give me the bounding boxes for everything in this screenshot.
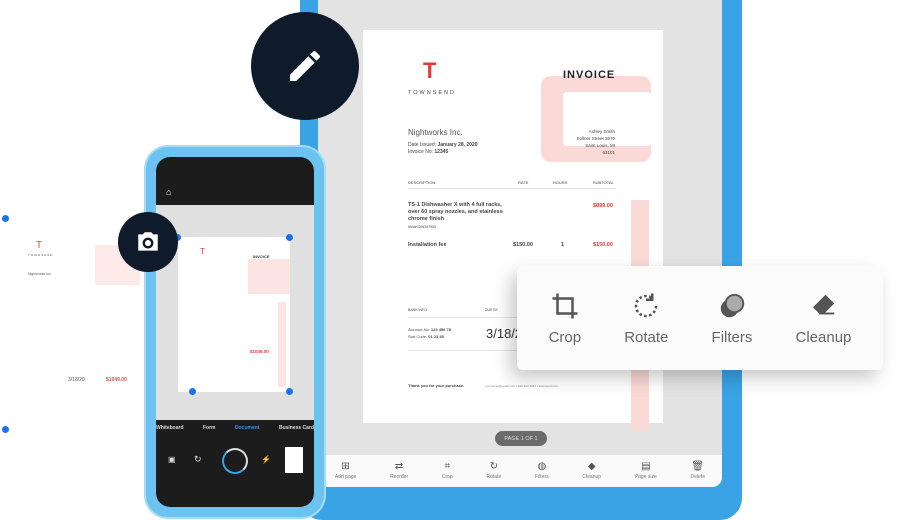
line-item-description: TS-1 Dishwasher X with 4 full racks, ove… [408, 202, 503, 222]
crop-icon: ⌗ [444, 461, 451, 472]
rotate-label: Rotate [624, 328, 669, 346]
line-item-subtotal: $150.00 [593, 242, 613, 248]
crop-handle[interactable] [2, 426, 9, 433]
address-line: Saint Louis, MI [585, 143, 615, 148]
column-header: RATE [518, 180, 529, 185]
bottom-toolbar: ⊞ Add page ⇄ Reorder ⌗ Crop ↻ Rotate ◍ Filters ◆ Cl… [318, 455, 722, 487]
toolbar-delete-button[interactable]: 🗑 Delete [690, 461, 705, 481]
add-page-icon: ⊞ [341, 461, 350, 472]
invoice-title: INVOICE [253, 254, 270, 259]
phone-screen: ⌂ T INVOICE $1049.00 Whiteboard Form Docum… [156, 157, 314, 507]
crop-tool-button[interactable]: Crop [548, 291, 582, 346]
toolbar-rotate-button[interactable]: ↻ Rotate [486, 461, 502, 481]
capture-mode-tabs: Whiteboard Form Document Business Card [156, 425, 314, 431]
toolbar-label: Reorder [390, 474, 409, 480]
reorder-icon: ⇄ [394, 461, 404, 472]
camera-badge [118, 212, 178, 272]
line-item-subtotal: $899.00 [593, 203, 613, 209]
toolbar-cleanup-button[interactable]: ◆ Cleanup [582, 461, 602, 481]
filters-label: Filters [711, 328, 753, 346]
mode-tab[interactable]: Whiteboard [156, 425, 184, 431]
pencil-icon [290, 50, 320, 81]
mode-tab[interactable]: Business Card [279, 425, 314, 431]
crop-handle[interactable] [2, 215, 9, 222]
filters-tool-button[interactable]: Filters [711, 291, 753, 346]
toolbar-label: Rotate [486, 474, 502, 480]
total: $1049.00 [250, 349, 269, 354]
account-no: 123 456 78 [430, 327, 451, 332]
toolbar-filters-button[interactable]: ◍ Filters [535, 461, 549, 481]
toolbar-crop-button[interactable]: ⌗ Crop [441, 461, 453, 481]
edit-tools-popup: Crop Rotate Filters Cleanup [517, 266, 883, 370]
column-header: SUBTOTAL [593, 180, 614, 185]
line-item-rate: $150.00 [513, 242, 533, 248]
toolbar-page-size-button[interactable]: ▤ Page size [634, 461, 657, 481]
date-issued: January 28, 2020 [437, 142, 478, 148]
shutter-button[interactable] [222, 448, 248, 474]
thumbnail-preview[interactable] [285, 447, 303, 473]
date-label: Date Issued: [408, 142, 437, 148]
auto-capture-icon[interactable]: ↻ [194, 454, 202, 465]
flash-icon[interactable]: ⚡ [261, 455, 271, 464]
crop-handle[interactable] [286, 234, 293, 241]
toolbar-label: Add page [334, 474, 357, 480]
cleanup-tool-button[interactable]: Cleanup [795, 291, 852, 346]
sort-label: Sort Code: [408, 334, 428, 339]
page-size-icon: ▤ [641, 461, 651, 472]
captured-document: T INVOICE $1049.00 [178, 237, 290, 392]
mode-tab[interactable]: Document [235, 425, 259, 431]
rotate-icon: ↻ [489, 461, 499, 472]
invoice-no-label: Invoice No: [408, 149, 434, 155]
brand-name: TOWNSEND [408, 90, 456, 96]
address-line: 63101 [602, 150, 615, 155]
client-name: Nightworks Inc. [28, 272, 52, 276]
crop-handle[interactable] [189, 388, 196, 395]
gallery-icon[interactable]: ▣ [168, 455, 176, 464]
line-item-note: Model DW347900 [408, 225, 437, 229]
address-line: 3670 Sollner Street [576, 136, 615, 141]
invoice-no: 12345 [434, 149, 449, 155]
filters-icon: ◍ [537, 461, 547, 472]
camera-icon [138, 232, 158, 251]
rotate-icon [635, 293, 658, 317]
bank-label: BANK INFO [408, 308, 427, 312]
line-item-hours: 1 [561, 242, 565, 248]
total: $1049.00 [106, 377, 127, 383]
crop-icon [552, 293, 578, 318]
toolbar-add-page-button[interactable]: ⊞ Add page [334, 461, 357, 481]
toolbar-label: Cleanup [582, 474, 602, 480]
eraser-icon [813, 294, 835, 314]
due-label: DUE BY [485, 308, 499, 312]
invoice-title: INVOICE [563, 69, 616, 81]
client-name: Nightworks Inc. [408, 128, 463, 137]
footer-contact: yourname@email.com • 400.123.4567 • town… [485, 384, 559, 388]
trash-icon: 🗑 [691, 461, 705, 472]
cleanup-label: Cleanup [795, 328, 852, 346]
eraser-icon: ◆ [587, 461, 596, 472]
address-line: Ashley Smith [588, 129, 615, 134]
toolbar-label: Page size [634, 474, 657, 480]
toolbar-label: Delete [690, 474, 705, 480]
line-item-description: Installation fee [408, 242, 447, 248]
page-indicator: PAGE 1 OF 1 [495, 431, 547, 446]
mode-tab[interactable]: Form [203, 425, 216, 431]
account-label: Account No: [408, 327, 430, 332]
crop-handle[interactable] [286, 388, 293, 395]
sort-code: 01 23 45 [428, 334, 444, 339]
column-header: DESCRIPTION [408, 180, 436, 185]
home-icon[interactable]: ⌂ [166, 187, 171, 197]
filters-icon [720, 293, 745, 317]
crop-label: Crop [548, 328, 582, 346]
thanks-note: Thank you for your purchase. [408, 383, 465, 388]
edit-badge [251, 12, 359, 120]
toolbar-label: Filters [535, 474, 549, 480]
toolbar-reorder-button[interactable]: ⇄ Reorder [390, 461, 409, 481]
brand-name: TOWNSEND [28, 253, 54, 257]
due-date: 3/18/20 [68, 377, 85, 383]
rotate-tool-button[interactable]: Rotate [624, 291, 668, 346]
townsend-logo-icon: T [423, 58, 437, 83]
toolbar-label: Crop [441, 474, 453, 480]
column-header: HOURS [553, 180, 568, 185]
